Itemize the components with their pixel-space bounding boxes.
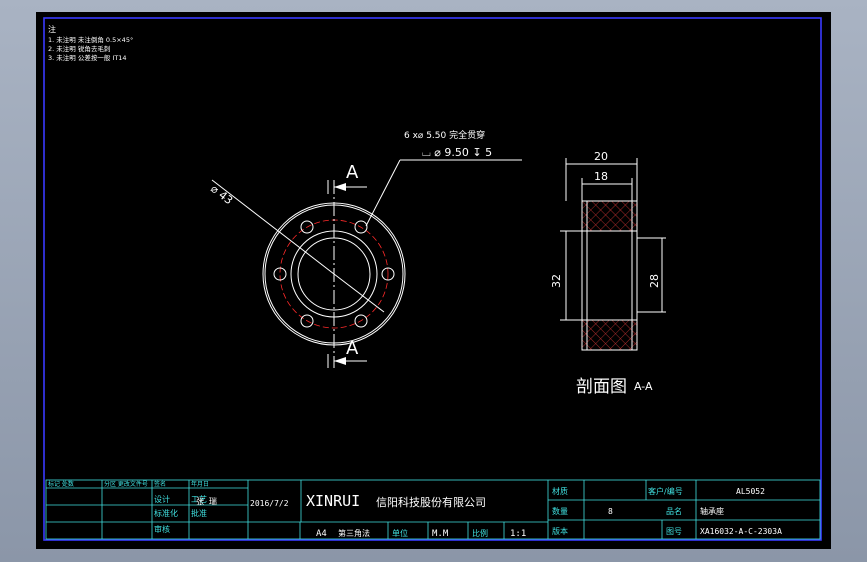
company-en: XINRUI xyxy=(306,492,360,510)
dim-right: 28 xyxy=(648,274,661,288)
cad-viewport[interactable]: 注 1. 未注明 未注倒角 0.5×45° 2. 未注明 锐角去毛刺 3. 未注… xyxy=(36,12,831,549)
title-block: 标记 处数 分区 更改文件号 签名 年月日 设计 标准化 审核 工艺 批准 张 … xyxy=(45,479,821,540)
section-caption: 剖面图 xyxy=(576,377,627,397)
part-name: 轴承座 xyxy=(700,506,724,516)
hole-callout-line1: 6 x⌀ 5.50 完全贯穿 xyxy=(404,129,485,141)
svg-text:数量: 数量 xyxy=(552,506,568,516)
note-line-2: 2. 未注明 锐角去毛刺 xyxy=(48,44,110,53)
front-view: A A ⌀ 43 6 x⌀ 5.50 完全贯穿 ⌴ ⌀ 9.50 ↧ 5 xyxy=(208,129,522,368)
quantity-value: 8 xyxy=(608,507,613,516)
svg-text:客户/编号: 客户/编号 xyxy=(648,486,683,496)
dim-top-outer: 20 xyxy=(594,150,608,163)
unit-value: M.M xyxy=(432,529,449,539)
drawing-canvas[interactable]: 注 1. 未注明 未注倒角 0.5×45° 2. 未注明 锐角去毛刺 3. 未注… xyxy=(36,12,831,549)
svg-text:标记 处数: 标记 处数 xyxy=(48,480,74,488)
scale-value: 1:1 xyxy=(510,529,526,539)
svg-text:图号: 图号 xyxy=(666,527,682,536)
note-line-3: 3. 未注明 公差按一般 IT14 xyxy=(48,53,127,62)
svg-text:设计: 设计 xyxy=(154,494,170,504)
drawing-border xyxy=(43,17,822,541)
designer: 张 瑞 xyxy=(196,496,217,506)
dim-left: 32 xyxy=(550,274,563,288)
diameter-label: ⌀ 43 xyxy=(208,182,235,207)
section-letter-top: A xyxy=(346,162,359,183)
svg-text:版本: 版本 xyxy=(552,526,568,536)
note-line-1: 1. 未注明 未注倒角 0.5×45° xyxy=(48,35,133,44)
drawing-number: XA16032-A-C-2303A xyxy=(700,527,782,536)
section-view: 20 18 32 28 剖面图 A-A xyxy=(550,150,666,397)
svg-text:标准化: 标准化 xyxy=(154,508,178,518)
svg-text:审核: 审核 xyxy=(154,524,170,534)
technical-notes: 注 1. 未注明 未注倒角 0.5×45° 2. 未注明 锐角去毛刺 3. 未注… xyxy=(48,24,133,62)
projection: 第三角法 xyxy=(338,528,370,538)
svg-text:材质: 材质 xyxy=(552,486,568,496)
svg-text:签名: 签名 xyxy=(154,480,166,488)
section-caption-suffix: A-A xyxy=(634,380,653,393)
sheet-size: A4 xyxy=(316,529,327,539)
customer-value: AL5052 xyxy=(736,487,765,496)
svg-text:品名: 品名 xyxy=(666,506,682,516)
section-letter-bottom: A xyxy=(346,338,359,359)
svg-text:年月日: 年月日 xyxy=(191,480,209,488)
svg-text:比例: 比例 xyxy=(472,528,488,538)
dim-top-inner: 18 xyxy=(594,170,608,183)
notes-heading: 注 xyxy=(48,24,56,34)
company-cn: 信阳科技股份有限公司 xyxy=(376,495,486,509)
svg-text:分区 更改文件号: 分区 更改文件号 xyxy=(104,480,148,488)
hole-callout-line2: ⌴ ⌀ 9.50 ↧ 5 xyxy=(422,146,492,159)
svg-text:批准: 批准 xyxy=(191,508,207,518)
svg-text:单位: 单位 xyxy=(392,528,408,538)
date: 2016/7/2 xyxy=(250,499,289,508)
